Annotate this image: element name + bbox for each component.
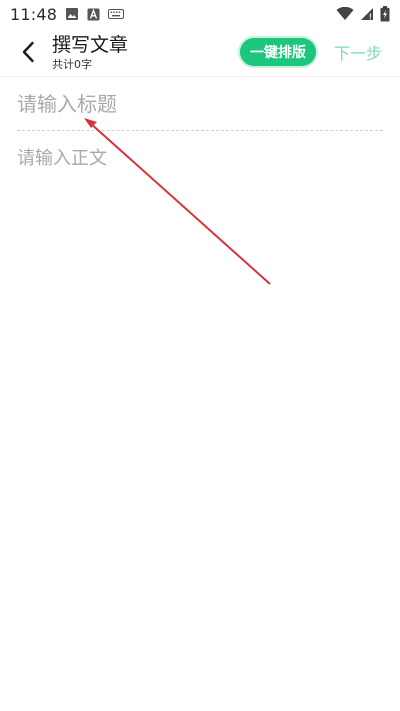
status-left: 11:48 bbox=[10, 4, 125, 24]
title-divider bbox=[17, 130, 383, 131]
one-click-format-button[interactable]: 一键排版 bbox=[239, 38, 316, 66]
image-icon bbox=[65, 7, 79, 21]
back-arrow-icon bbox=[22, 41, 34, 63]
keyboard-icon bbox=[108, 8, 125, 20]
title-block: 撰写文章 共计0字 bbox=[52, 33, 128, 72]
word-count: 共计0字 bbox=[52, 57, 92, 71]
page-title: 撰写文章 bbox=[52, 33, 129, 56]
back-button[interactable] bbox=[6, 30, 50, 74]
header-actions: 一键排版 下一步 bbox=[239, 38, 382, 66]
status-bar: 11:48 bbox=[0, 0, 400, 28]
battery-icon bbox=[380, 6, 390, 22]
compose-article-screen: 11:48 撰写文章 共计0字 一键排版 下一步 请输入标题 请输入正文 bbox=[0, 0, 400, 711]
font-icon bbox=[87, 8, 100, 21]
app-header: 撰写文章 共计0字 一键排版 下一步 bbox=[0, 28, 400, 76]
wifi-icon bbox=[336, 7, 354, 21]
next-step-button[interactable]: 下一步 bbox=[334, 40, 382, 64]
status-time: 11:48 bbox=[10, 4, 58, 24]
signal-icon bbox=[360, 7, 374, 21]
status-right bbox=[336, 6, 390, 22]
title-input[interactable] bbox=[17, 88, 383, 120]
body-input[interactable] bbox=[17, 146, 383, 686]
header-divider bbox=[0, 76, 400, 77]
